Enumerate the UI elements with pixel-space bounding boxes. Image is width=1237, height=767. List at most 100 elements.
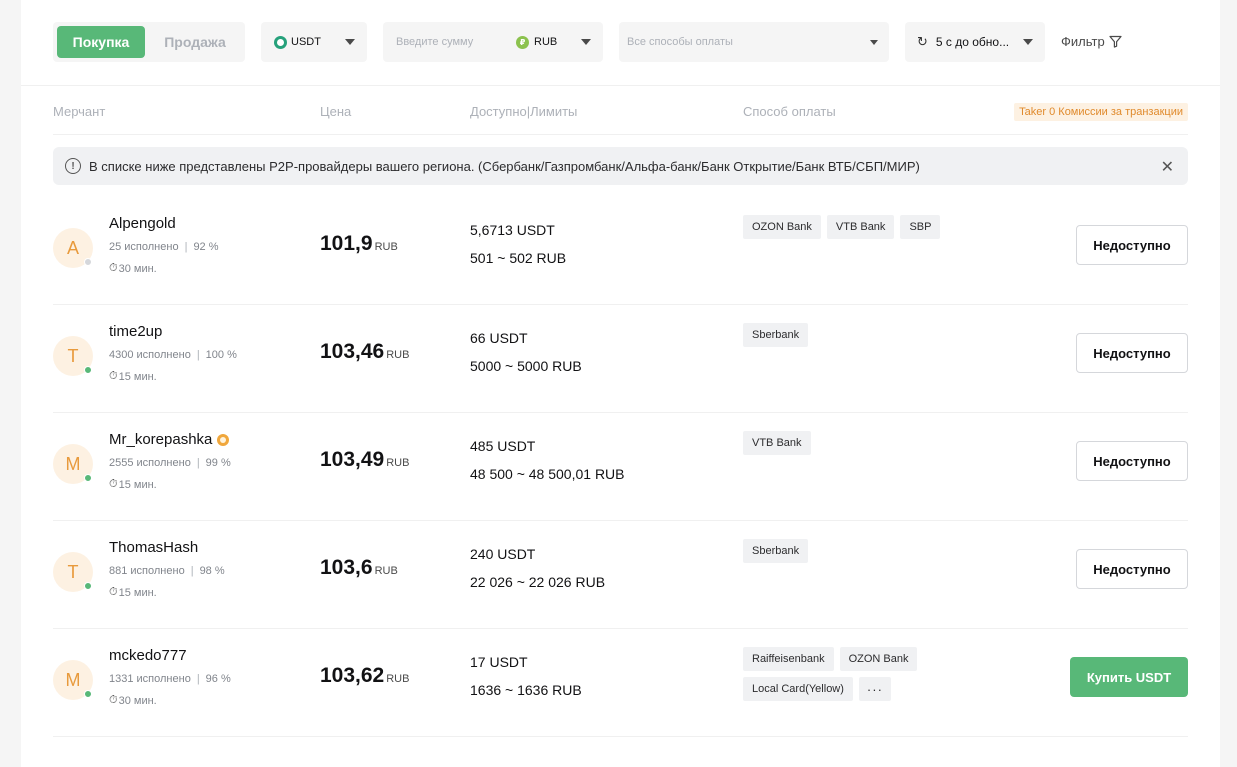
table-row: T ThomasHash 881 исполнено | 98 % ⏱ 15 мин. 103… xyxy=(53,521,1188,629)
unavailable-button[interactable]: Недоступно xyxy=(1076,441,1188,481)
merchant-name-text[interactable]: time2up xyxy=(109,323,162,340)
unavailable-button[interactable]: Недоступно xyxy=(1076,225,1188,265)
avatar: A xyxy=(53,228,93,268)
payment-methods: Sberbank xyxy=(743,323,943,347)
avatar: M xyxy=(53,660,93,700)
merchant-name[interactable]: Mr_korepashka xyxy=(109,431,230,448)
price: 101,9 RUB xyxy=(320,232,398,256)
payment-time: ⏱ 15 мин. xyxy=(109,586,157,599)
merchant-stats: 4300 исполнено | 100 % xyxy=(109,349,237,361)
available-amount: 17 USDT xyxy=(470,654,528,670)
merchant-name-text[interactable]: ThomasHash xyxy=(109,539,198,556)
buy-tab[interactable]: Покупка xyxy=(57,26,145,58)
completion-rate: 92 % xyxy=(193,241,219,253)
price-currency: RUB xyxy=(374,565,398,577)
payment-time: ⏱ 30 мин. xyxy=(109,694,157,707)
orders-completed: 881 исполнено xyxy=(109,565,185,577)
table-row: M Mr_korepashka 2555 исполнено | 99 % ⏱ 15 мин… xyxy=(53,413,1188,521)
price-value: 101,9 xyxy=(320,232,373,255)
payment-time-text: 30 мин. xyxy=(118,694,157,707)
timer-icon: ⏱ xyxy=(109,586,118,598)
auto-refresh-select[interactable]: ↻ 5 с до обно... xyxy=(905,22,1045,62)
orders-completed: 1331 исполнено xyxy=(109,673,191,685)
merchant-name[interactable]: mckedo777 xyxy=(109,647,187,664)
merchant-name[interactable]: Alpengold xyxy=(109,215,176,232)
price-value: 103,6 xyxy=(320,556,373,579)
taker-fee-badge: Taker 0 Комиссии за транзакции xyxy=(1014,103,1188,121)
payment-time-text: 15 мин. xyxy=(118,478,157,491)
orders-completed: 4300 исполнено xyxy=(109,349,191,361)
coin-select[interactable]: USDT xyxy=(261,22,367,62)
sell-tab[interactable]: Продажа xyxy=(149,26,241,58)
ruble-icon: ₽ xyxy=(516,35,529,49)
completion-rate: 96 % xyxy=(205,673,231,685)
order-limits: 22 026 ~ 22 026 RUB xyxy=(470,574,606,590)
chevron-down-icon xyxy=(345,39,355,45)
filter-icon xyxy=(1109,35,1122,48)
payment-tag: Local Card(Yellow) xyxy=(743,677,853,701)
merchant-name[interactable]: time2up xyxy=(109,323,162,340)
price-value: 103,49 xyxy=(320,448,385,471)
timer-icon: ⏱ xyxy=(109,694,118,706)
price-currency: RUB xyxy=(386,673,410,685)
available-amount: 66 USDT xyxy=(470,330,528,346)
coin-select-value: USDT xyxy=(291,36,321,48)
price-currency: RUB xyxy=(386,457,410,469)
filter-button[interactable]: Фильтр xyxy=(1061,34,1122,49)
payment-time: ⏱ 30 мин. xyxy=(109,262,157,275)
completion-rate: 99 % xyxy=(205,457,231,469)
completion-rate: 98 % xyxy=(199,565,225,577)
chevron-down-icon xyxy=(1023,39,1033,45)
price-value: 103,62 xyxy=(320,664,385,687)
online-status-dot xyxy=(84,366,92,374)
trade-side-toggle: Покупка Продажа xyxy=(53,22,245,62)
unavailable-button[interactable]: Недоступно xyxy=(1076,549,1188,589)
price: 103,49 RUB xyxy=(320,448,409,472)
merchant-stats: 25 исполнено | 92 % xyxy=(109,241,219,253)
merchant-stats: 881 исполнено | 98 % xyxy=(109,565,225,577)
available-amount: 240 USDT xyxy=(470,546,536,562)
payment-time-text: 30 мин. xyxy=(118,262,157,275)
table-row: Ttime2up 4300 исполнено | 100 % ⏱ 15 мин. 103,… xyxy=(53,305,1188,413)
avatar-initial: T xyxy=(67,561,79,582)
payment-methods: Raiffeisenbank OZON Bank Local Card(Yellow… xyxy=(743,647,943,701)
completion-rate: 100 % xyxy=(205,349,237,361)
avatar-initial: A xyxy=(66,237,79,258)
unavailable-button[interactable]: Недоступно xyxy=(1076,333,1188,373)
online-status-dot xyxy=(84,582,92,590)
stats-separator: | xyxy=(196,457,200,469)
price-currency: RUB xyxy=(386,349,410,361)
merchant-name-text[interactable]: Alpengold xyxy=(109,215,176,232)
table-header: Мерчант Цена Доступно|Лимиты Способ опла… xyxy=(53,87,1188,135)
timer-icon: ⏱ xyxy=(109,478,118,490)
payment-tag: Sberbank xyxy=(743,539,809,563)
avatar: M xyxy=(53,444,93,484)
buy-usdt-button[interactable]: Купить USDT xyxy=(1070,657,1188,697)
payment-methods: Sberbank xyxy=(743,539,943,563)
info-icon: ! xyxy=(65,158,81,174)
payment-methods: VTB Bank xyxy=(743,431,943,455)
amount-input[interactable]: Введите сумму ₽ RUB xyxy=(383,22,603,62)
avatar-initial: T xyxy=(67,345,79,366)
online-status-dot xyxy=(84,690,92,698)
payment-tag: Sberbank xyxy=(743,323,809,347)
order-limits: 5000 ~ 5000 RUB xyxy=(470,358,582,374)
price: 103,6 RUB xyxy=(320,556,398,580)
payment-tag: OZON Bank xyxy=(839,647,918,671)
online-status-dot xyxy=(84,474,92,482)
refresh-label: 5 с до обно... xyxy=(935,35,1010,49)
col-payment: Способ оплаты xyxy=(743,104,836,119)
payment-method-select[interactable]: Все способы оплаты xyxy=(619,22,889,62)
payment-time: ⏱ 15 мин. xyxy=(109,370,157,383)
fiat-select-value[interactable]: RUB xyxy=(534,36,557,48)
merchant-name[interactable]: ThomasHash xyxy=(109,539,198,556)
payment-tag: OZON Bank xyxy=(743,215,821,239)
chevron-down-icon[interactable] xyxy=(581,39,591,45)
merchant-name-text[interactable]: mckedo777 xyxy=(109,647,187,664)
order-limits: 1636 ~ 1636 RUB xyxy=(470,682,582,698)
more-payments-button[interactable]: ··· xyxy=(858,677,891,701)
avatar-initial: M xyxy=(65,669,81,690)
merchant-name-text[interactable]: Mr_korepashka xyxy=(109,431,212,448)
timer-icon: ⏱ xyxy=(109,262,118,274)
close-icon[interactable]: ✕ xyxy=(1161,157,1174,177)
